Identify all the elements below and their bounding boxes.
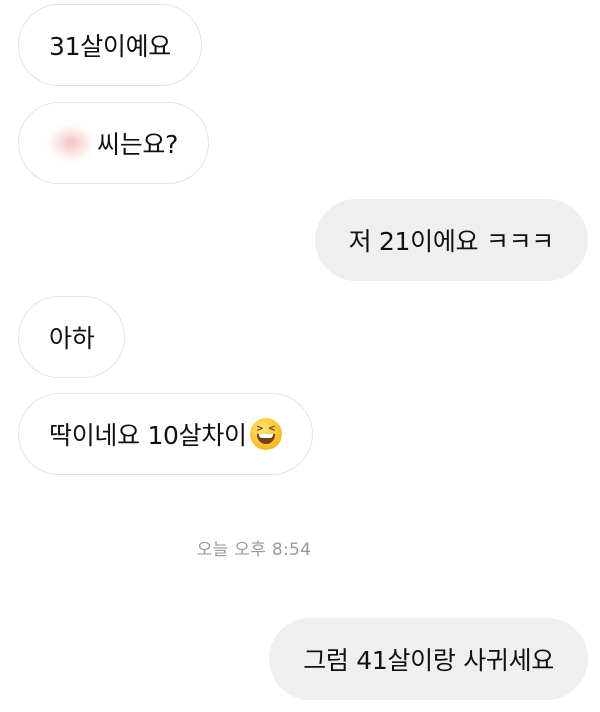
- message-bubble-incoming[interactable]: 딱이네요 10살차이 > <: [18, 393, 313, 475]
- message-text: 아하: [49, 324, 95, 353]
- message-bubble-outgoing[interactable]: 그럼 41살이랑 사귀세요: [269, 618, 588, 700]
- message-text: 저 21이에요 ㅋㅋㅋ: [348, 227, 555, 256]
- message-text: 그럼 41살이랑 사귀세요: [303, 646, 554, 675]
- redacted-name: [49, 126, 93, 160]
- grinning-squinting-face-icon: > <: [249, 418, 282, 450]
- message-text: 딱이네요 10살차이: [49, 421, 247, 450]
- message-bubble-incoming[interactable]: 씨는요?: [18, 102, 210, 184]
- message-text: 31살이예요: [49, 32, 172, 61]
- message-timestamp: 오늘 오후 8:54: [196, 540, 312, 560]
- message-bubble-incoming[interactable]: 31살이예요: [18, 4, 203, 86]
- message-bubble-outgoing[interactable]: 저 21이에요 ㅋㅋㅋ: [314, 199, 588, 281]
- message-bubble-incoming[interactable]: 아하: [18, 296, 126, 378]
- message-text: 씨는요?: [97, 130, 179, 159]
